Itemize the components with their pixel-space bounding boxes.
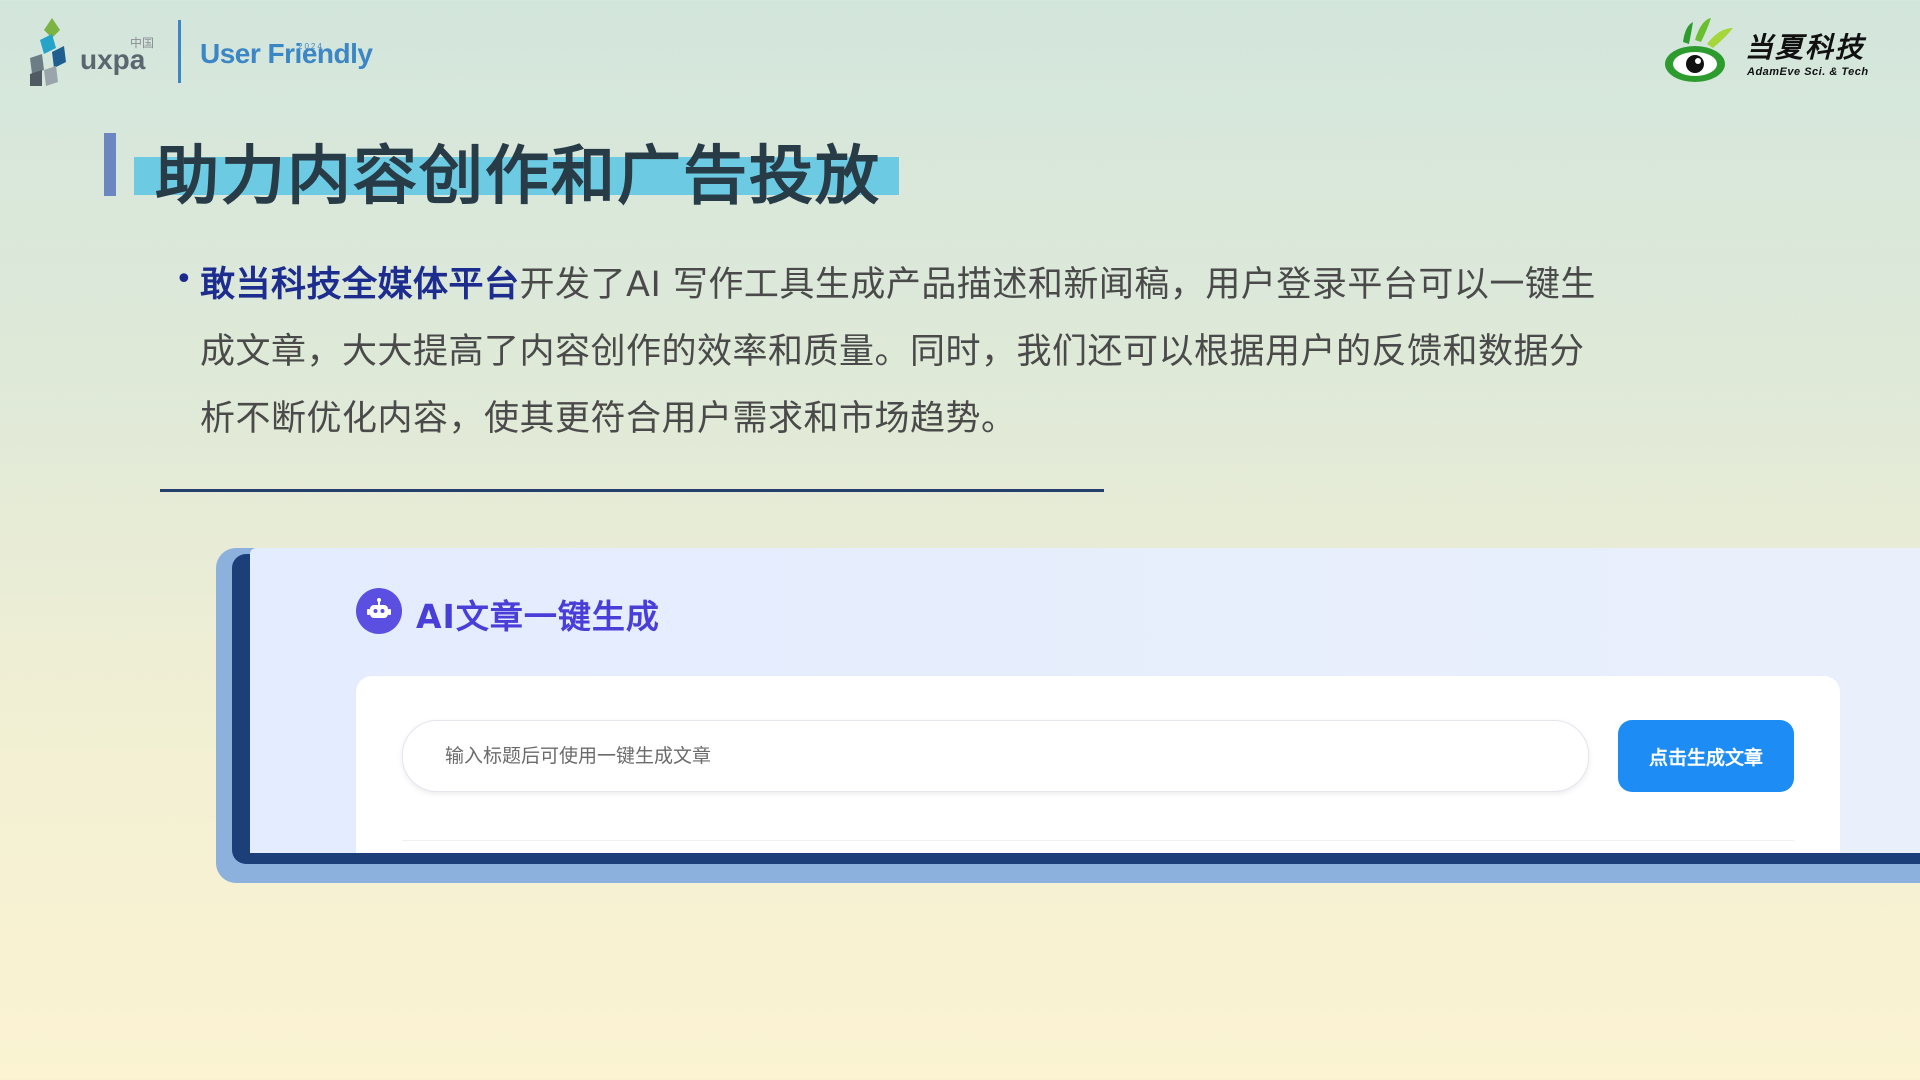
card-divider [402,840,1794,841]
logo-divider [178,20,181,83]
bullet-dot: • [175,262,193,297]
paragraph-highlight: 敢当科技全媒体平台 [200,265,520,305]
brand-name-cn: 当夏科技 [1745,31,1866,64]
title-input-wrapper[interactable] [402,720,1589,792]
title-input[interactable] [443,721,1547,791]
title-accent-bar [104,133,116,196]
uxpa-cube-icon [30,18,66,86]
app-screenshot: AI文章一键生成 点击生成文章 [250,548,1920,853]
user-friendly-logo: User Friendly [200,38,373,69]
app-heading: AI文章一键生成 [416,597,660,636]
section-divider [160,489,1104,492]
page-title: 助力内容创作和广告投放 [155,140,881,214]
brand-logo: 当夏科技 AdamEve Sci. & Tech [1663,12,1895,87]
uxpa-logo: uxpa 中国 [30,18,170,86]
user-friendly-year: 2024 [298,42,324,51]
uxpa-region-label: 中国 [130,36,155,50]
generator-card: 点击生成文章 [356,676,1840,853]
generate-article-button[interactable]: 点击生成文章 [1618,720,1794,792]
brand-name-en: AdamEve Sci. & Tech [1747,66,1869,78]
robot-icon [356,588,402,634]
body-paragraph: 敢当科技全媒体平台开发了AI 写作工具生成产品描述和新闻稿，用户登录平台可以一键… [200,252,1600,453]
eye-logo-icon [1665,18,1733,82]
